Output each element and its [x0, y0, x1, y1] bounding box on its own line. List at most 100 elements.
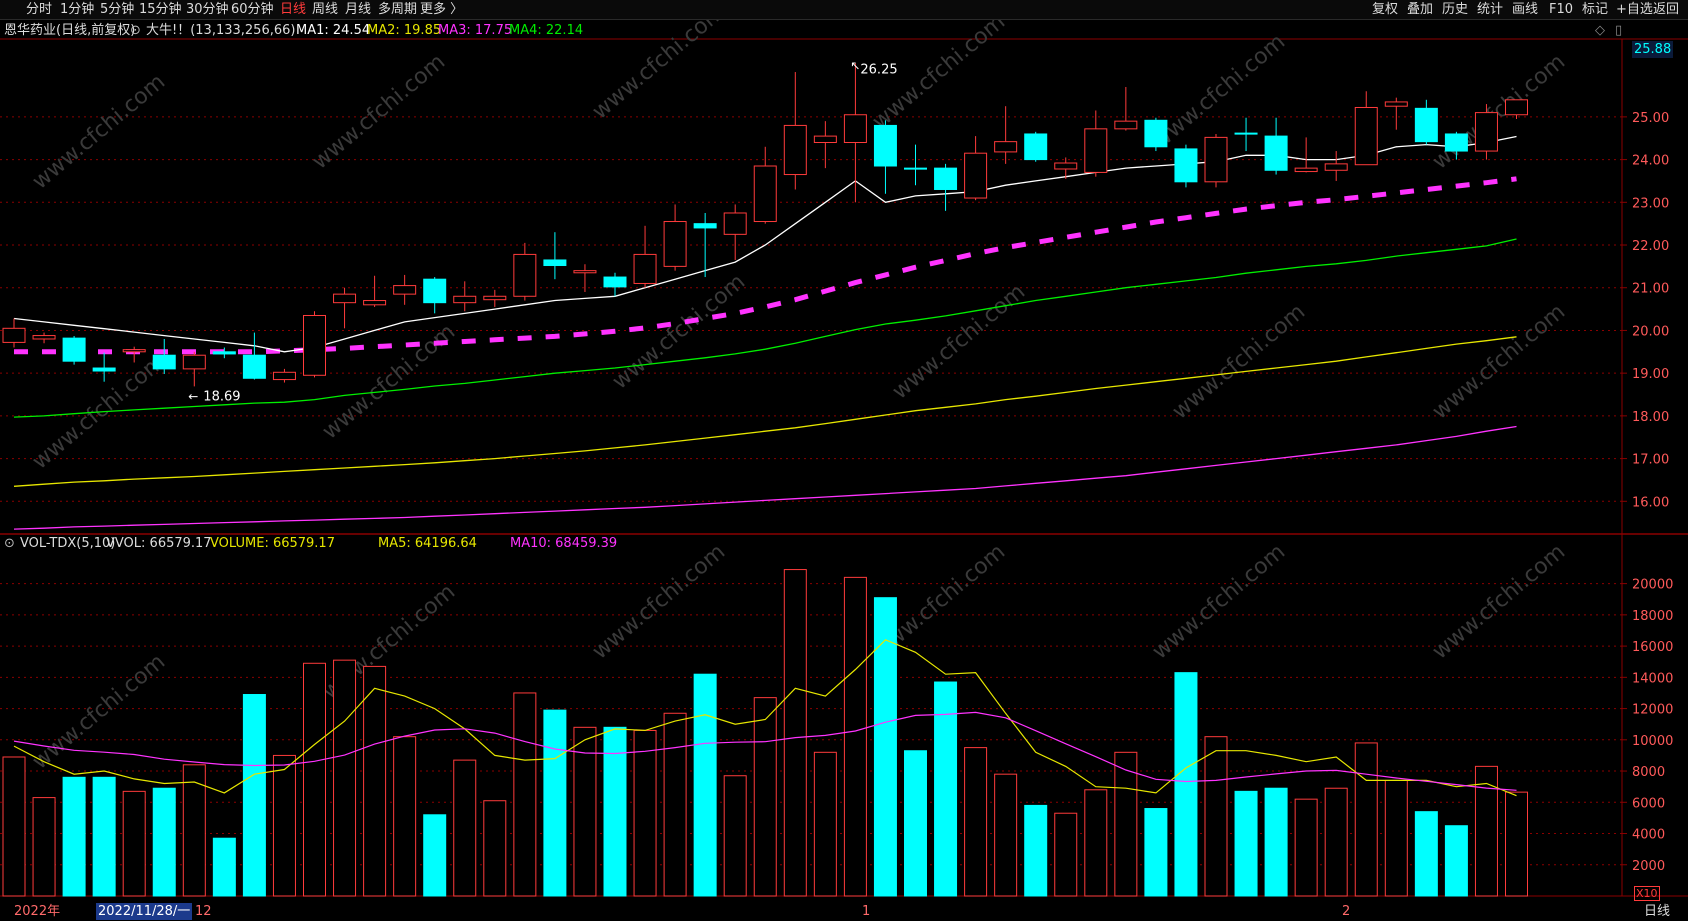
- toolbar-action-4[interactable]: 画线: [1512, 1, 1538, 18]
- period-tab-7[interactable]: 周线: [312, 1, 338, 18]
- ma4-label: MA4: 22.14: [509, 23, 584, 38]
- volume-value-label: VOLUME: 66579.17: [210, 536, 335, 551]
- candlestick-series: [2, 63, 1528, 387]
- candle-body: [333, 293, 357, 304]
- volume-tick-label: 8000: [1632, 765, 1665, 780]
- period-tab-0[interactable]: 分时: [26, 1, 52, 18]
- candle-body: [32, 335, 56, 340]
- ma2-label: MA2: 19.85: [367, 23, 442, 38]
- volume-bar: [122, 790, 146, 897]
- volume-bar: [363, 665, 387, 897]
- volume-bar: [753, 697, 777, 897]
- watermark-mark: www.cfchi.com: [888, 279, 1030, 404]
- volume-multiplier-label[interactable]: X10: [1634, 886, 1660, 901]
- candle-body: [303, 314, 326, 376]
- candle-body: [843, 114, 867, 144]
- candle-body: [152, 354, 176, 370]
- collapse-icon[interactable]: ⊙: [130, 22, 141, 39]
- period-tab-3[interactable]: 15分钟: [139, 1, 182, 18]
- volume-tick-label: 2000: [1632, 859, 1665, 874]
- candle-body: [1264, 135, 1288, 171]
- volume-bar: [1054, 812, 1078, 897]
- volume-bar: [693, 673, 717, 897]
- vvol-label: VVOL: 66579.17: [106, 536, 212, 551]
- volume-bar: [1444, 825, 1468, 897]
- candle-body: [182, 354, 206, 370]
- volume-bar: [1474, 765, 1498, 897]
- toolbar-action-3[interactable]: 统计: [1477, 1, 1503, 18]
- ma2-line: [13, 336, 1517, 487]
- candle-body: [1384, 101, 1408, 107]
- volume-bar: [1144, 808, 1168, 897]
- period-tab-2[interactable]: 5分钟: [100, 1, 134, 18]
- period-tab-10[interactable]: 更多 〉: [420, 1, 463, 18]
- price-tick-label: 19.00: [1632, 367, 1669, 382]
- volume-tick-label: 10000: [1632, 734, 1673, 749]
- volume-bar: [32, 797, 56, 897]
- candle-body: [272, 371, 296, 381]
- candle-body: [543, 259, 567, 267]
- toolbar-action-0[interactable]: 复权: [1372, 1, 1398, 18]
- volume-bar: [1024, 804, 1048, 897]
- candle-body: [1024, 133, 1048, 161]
- volume-bar: [483, 800, 507, 897]
- volume-bar: [904, 750, 927, 897]
- price-tick-label: 20.00: [1632, 324, 1669, 339]
- candle-body: [242, 354, 266, 379]
- price-tick-label: 23.00: [1632, 196, 1669, 211]
- chart-canvas[interactable]: www.cfchi.com www.cfchi.com www.cfchi.com w…: [0, 0, 1688, 902]
- candle-body: [1114, 120, 1138, 130]
- volume-bar: [1084, 789, 1108, 897]
- volume-bar: [663, 712, 687, 897]
- ma3-line: [13, 425, 1517, 530]
- volume-collapse-icon[interactable]: ⊙: [4, 535, 15, 552]
- candle-body: [904, 167, 927, 170]
- month-label-dec: 12: [195, 904, 212, 919]
- toolbar-action-5[interactable]: F10: [1549, 1, 1573, 18]
- candle-body: [783, 124, 807, 176]
- period-tab-4[interactable]: 30分钟: [186, 1, 229, 18]
- kline-chart[interactable]: www.cfchi.com www.cfchi.com www.cfchi.com w…: [0, 0, 1688, 921]
- indicator-name: 大牛!！(13,133,256,66): [146, 23, 296, 38]
- volume-bar: [633, 729, 657, 897]
- volume-axis: 20000 18000 16000 14000 12000 10000 8000 6000 40…: [1622, 578, 1673, 874]
- period-tab-5[interactable]: 60分钟: [231, 1, 274, 18]
- candle-body: [813, 135, 837, 144]
- diamond-icon[interactable]: ◇: [1595, 22, 1605, 39]
- volume-tick-label: 18000: [1632, 609, 1673, 624]
- candle-body: [513, 253, 537, 297]
- watermark-mark: www.cfchi.com: [1168, 299, 1310, 424]
- period-tab-9[interactable]: 多周期: [378, 1, 417, 18]
- watermark-mark: www.cfchi.com: [1428, 299, 1570, 424]
- toolbar-action-7[interactable]: +自选: [1616, 1, 1653, 18]
- candle-body: [2, 327, 26, 343]
- volume-bar: [964, 747, 988, 897]
- toolbar-action-2[interactable]: 历史: [1442, 1, 1468, 18]
- candle-body: [1054, 162, 1078, 170]
- volume-tick-label: 20000: [1632, 578, 1673, 593]
- ma3-label: MA3: 17.75: [438, 23, 513, 38]
- period-tab-8[interactable]: 月线: [345, 1, 371, 18]
- toolbar-action-1[interactable]: 叠加: [1407, 1, 1433, 18]
- candle-body: [1444, 133, 1468, 152]
- toolbar-action-8[interactable]: 返回: [1653, 1, 1679, 18]
- candle-body: [1174, 148, 1198, 183]
- toolbar-action-6[interactable]: 标记: [1582, 1, 1608, 18]
- candle-body: [483, 295, 507, 301]
- candle-body: [1084, 128, 1108, 173]
- candle-body: [1474, 112, 1498, 152]
- volume-bar: [1174, 672, 1198, 897]
- volume-bar: [152, 787, 176, 897]
- candle-body: [573, 270, 597, 274]
- month-label-feb: 2: [1342, 904, 1351, 919]
- period-tab-1[interactable]: 1分钟: [60, 1, 94, 18]
- panel-toggle-icon[interactable]: ▯: [1615, 22, 1622, 39]
- candle-body: [1234, 132, 1258, 135]
- volume-tick-label: 16000: [1632, 640, 1673, 655]
- volume-bar: [212, 837, 236, 897]
- volume-bar: [303, 662, 326, 897]
- volume-bar: [1505, 791, 1528, 897]
- volume-bar: [1414, 811, 1438, 897]
- period-tab-6[interactable]: 日线: [280, 1, 306, 18]
- candle-body: [363, 300, 387, 306]
